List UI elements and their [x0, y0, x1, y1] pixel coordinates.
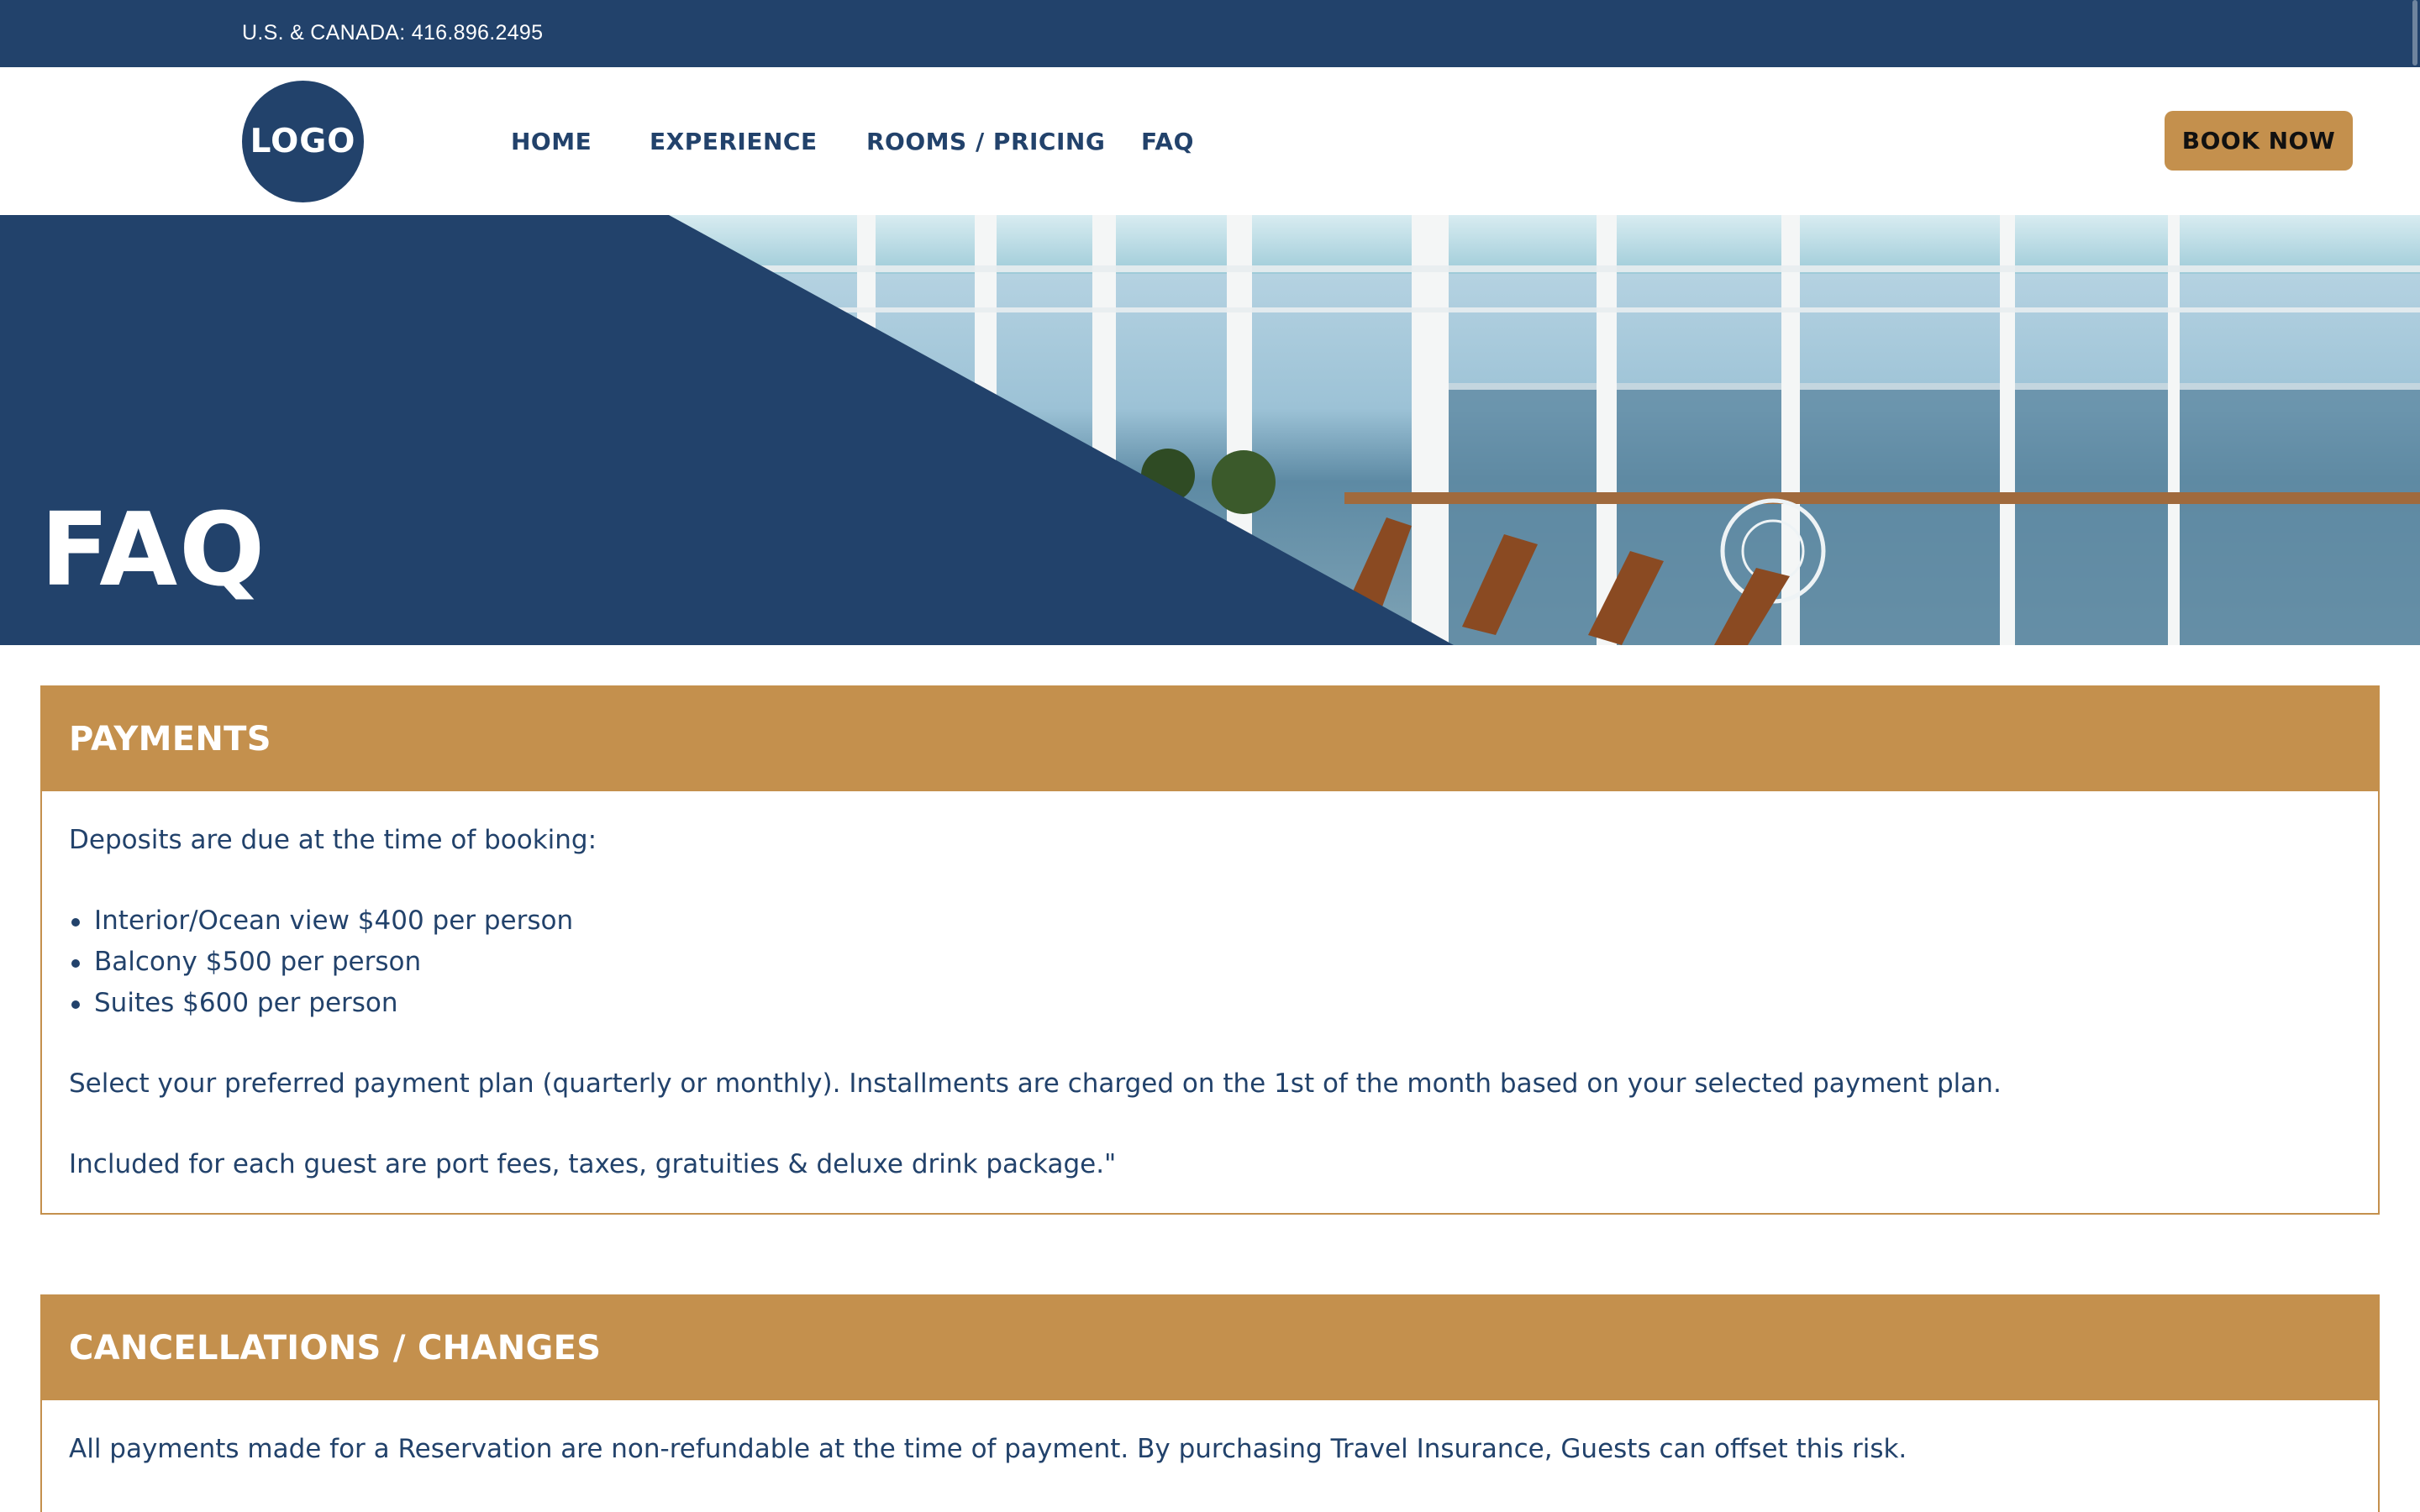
top-bar: U.S. & CANADA: 416.896.2495 [0, 0, 2420, 67]
cancellation-text: All payments made for a Reservation are … [69, 1434, 1907, 1464]
nav-home[interactable]: HOME [511, 128, 592, 155]
book-now-button[interactable]: BOOK NOW [2165, 111, 2353, 171]
hero-banner: FAQ [0, 215, 2420, 645]
nav-faq[interactable]: FAQ [1141, 128, 1194, 155]
scrollbar-thumb[interactable] [2412, 0, 2417, 66]
payment-plan-text: Select your preferred payment plan (quar… [69, 1068, 2002, 1099]
panel-heading[interactable]: PAYMENTS [42, 687, 2378, 791]
hero-ship-deck-image [0, 215, 2420, 645]
deposit-list: Interior/Ocean view $400 per person Balc… [69, 900, 2351, 1024]
nav-rooms-pricing[interactable]: ROOMS / PRICING [866, 128, 1105, 155]
list-item: Suites $600 per person [69, 983, 2351, 1024]
phone-number[interactable]: U.S. & CANADA: 416.896.2495 [242, 21, 543, 45]
inclusions-text: Included for each guest are port fees, t… [69, 1149, 1117, 1179]
page-scrollbar[interactable] [2408, 0, 2420, 1512]
page-title: FAQ [40, 492, 267, 609]
panel-heading[interactable]: CANCELLATIONS / CHANGES [42, 1296, 2378, 1400]
site-logo[interactable]: LOGO [242, 81, 364, 202]
faq-panel-cancellations: CANCELLATIONS / CHANGES All payments mad… [40, 1294, 2380, 1512]
faq-panel-payments: PAYMENTS Deposits are due at the time of… [40, 685, 2380, 1215]
list-item: Interior/Ocean view $400 per person [69, 900, 2351, 942]
deposit-intro: Deposits are due at the time of booking: [69, 825, 597, 855]
panel-content: All payments made for a Reservation are … [42, 1400, 2378, 1470]
panel-content: Deposits are due at the time of booking:… [42, 791, 2378, 1185]
nav-experience[interactable]: EXPERIENCE [650, 128, 818, 155]
list-item: Balcony $500 per person [69, 942, 2351, 983]
